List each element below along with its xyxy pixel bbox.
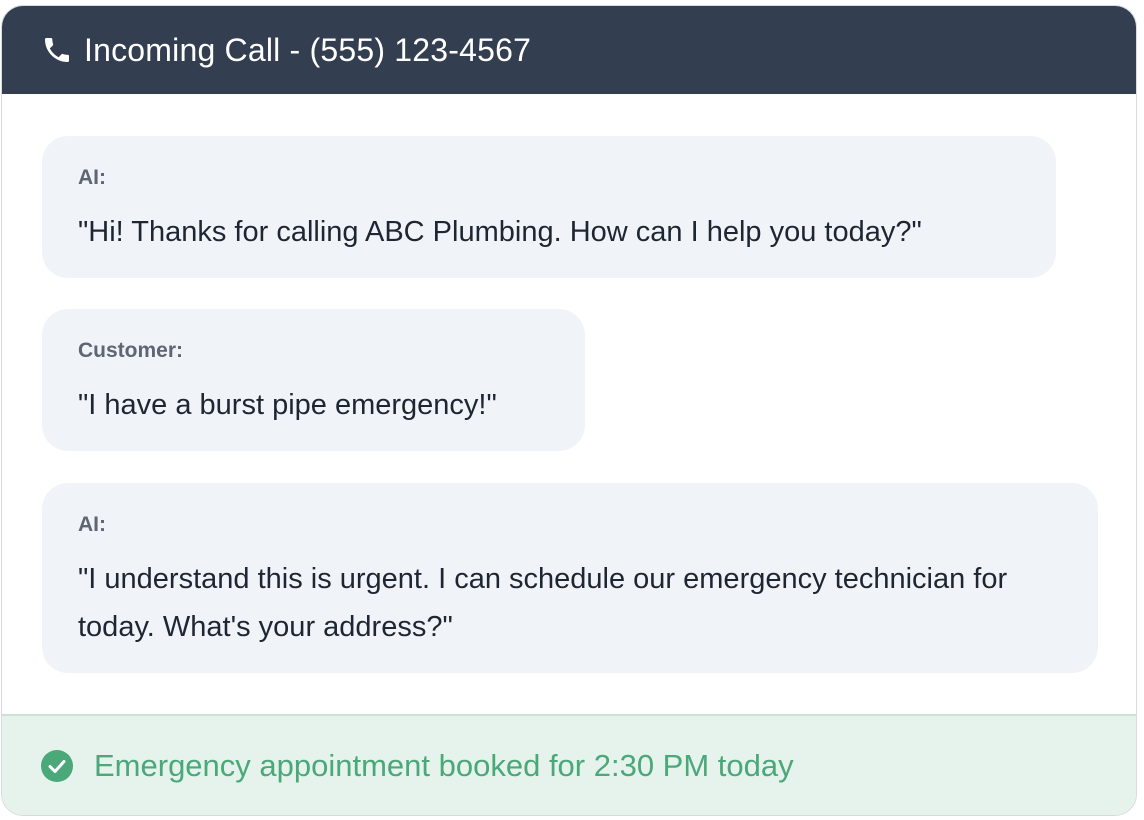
message-text: "I understand this is urgent. I can sche… xyxy=(78,563,1008,643)
message-bubble: AI: "Hi! Thanks for calling ABC Plumbing… xyxy=(42,136,1056,278)
speaker-label: AI: xyxy=(78,513,106,536)
call-card: Incoming Call - (555) 123-4567 AI: "Hi! … xyxy=(1,5,1137,816)
message-bubble: AI: "I understand this is urgent. I can … xyxy=(42,483,1098,673)
message-text: "Hi! Thanks for calling ABC Plumbing. Ho… xyxy=(78,216,922,248)
check-circle-icon xyxy=(40,749,74,783)
call-title: Incoming Call - (555) 123-4567 xyxy=(84,31,532,68)
speaker-label: AI: xyxy=(78,166,106,189)
message-text: "I have a burst pipe emergency!" xyxy=(78,389,497,421)
status-banner: Emergency appointment booked for 2:30 PM… xyxy=(2,714,1136,815)
speaker-label: Customer: xyxy=(78,339,184,362)
phone-icon xyxy=(40,33,74,67)
message-bubble: Customer: "I have a burst pipe emergency… xyxy=(42,309,585,451)
call-header: Incoming Call - (555) 123-4567 xyxy=(2,6,1136,94)
status-text: Emergency appointment booked for 2:30 PM… xyxy=(94,747,794,783)
